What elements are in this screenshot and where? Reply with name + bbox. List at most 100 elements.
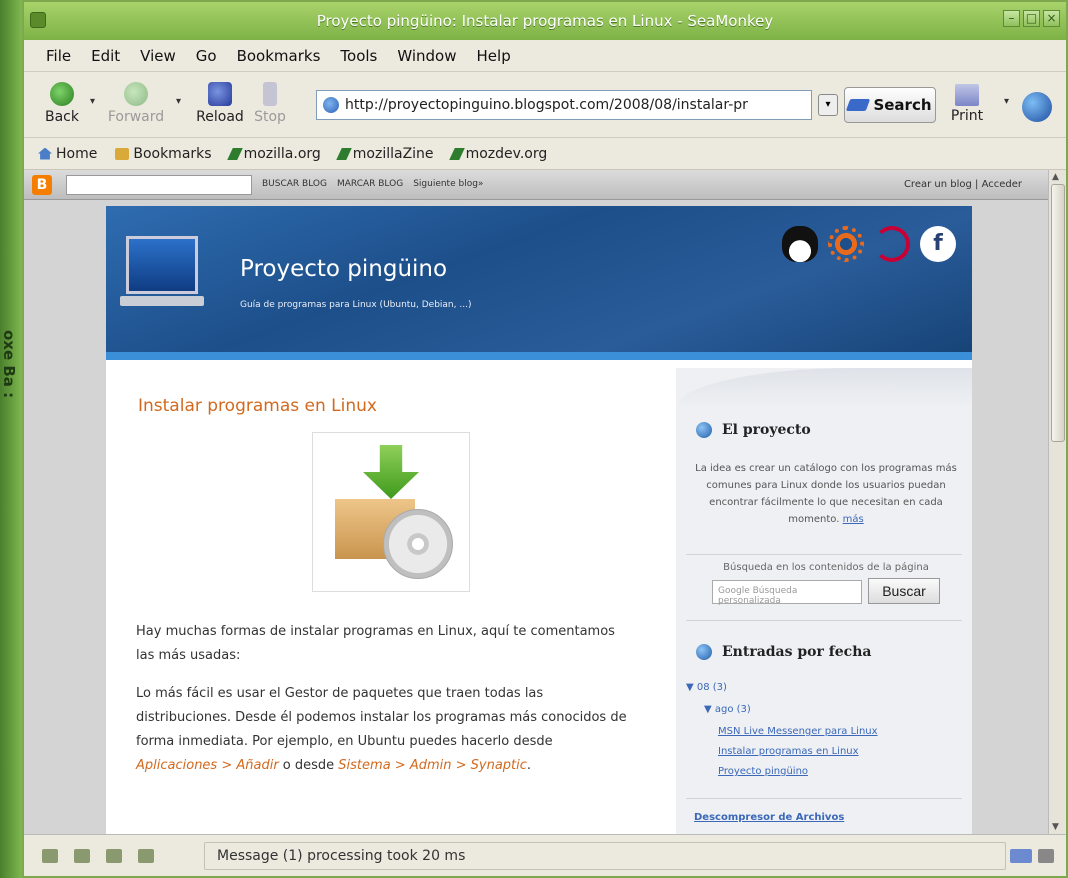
forward-button[interactable]: Forward: [106, 78, 166, 134]
back-dropdown-icon[interactable]: ▾: [90, 96, 95, 107]
menu-view[interactable]: View: [130, 47, 186, 65]
minimize-button[interactable]: –: [1003, 10, 1020, 27]
blogger-navbar: B BUSCAR BLOG MARCAR BLOG Siguiente blog…: [24, 170, 1050, 200]
forward-arrow-icon: [124, 82, 148, 106]
url-text[interactable]: http://proyectopinguino.blogspot.com/200…: [345, 97, 748, 113]
maximize-button[interactable]: □: [1023, 10, 1040, 27]
reload-icon: [208, 82, 232, 106]
marcar-blog-link[interactable]: MARCAR BLOG: [337, 179, 403, 189]
proyecto-description: La idea es crear un catálogo con los pro…: [686, 460, 966, 528]
close-button[interactable]: ×: [1043, 10, 1060, 27]
menu-path-synaptic: Sistema > Admin > Synaptic: [338, 758, 527, 773]
archive-year[interactable]: ▼ 08 (3): [686, 682, 727, 693]
forward-dropdown-icon[interactable]: ▾: [176, 96, 181, 107]
desktop-icon-label: oxe Ba :: [0, 330, 18, 399]
archive-month[interactable]: ▼ ago (3): [704, 704, 751, 715]
post-text: .: [526, 758, 532, 773]
bookmark-mozdev-org[interactable]: mozdev.org: [448, 145, 548, 162]
blogger-account-links[interactable]: Crear un blog | Acceder: [904, 179, 1022, 190]
menu-bookmarks[interactable]: Bookmarks: [227, 47, 331, 65]
reload-label: Reload: [196, 109, 244, 125]
bookmark-mozillazine[interactable]: mozillaZine: [335, 146, 434, 162]
ubuntu-icon: [828, 226, 864, 262]
siguiente-blog-link[interactable]: Siguiente blog»: [413, 179, 483, 189]
security-icon: [1038, 849, 1054, 863]
laptop-icon: [120, 236, 204, 324]
sidebar-heading-proyecto: El proyecto: [696, 422, 811, 438]
address-book-icon[interactable]: [138, 848, 154, 863]
print-dropdown-icon[interactable]: ▾: [1004, 96, 1009, 107]
archive-entry[interactable]: MSN Live Messenger para Linux: [718, 726, 878, 737]
archive-entry[interactable]: Instalar programas en Linux: [718, 746, 859, 757]
scroll-down-icon[interactable]: ▼: [1052, 822, 1059, 832]
post-area: Instalar programas en Linux Hay muchas f…: [106, 368, 676, 834]
desktop-background: oxe Ba :: [0, 0, 22, 878]
window-controls: – □ ×: [1003, 10, 1060, 27]
mail-icon[interactable]: [74, 848, 90, 863]
blog-description: Guía de programas para Linux (Ubuntu, De…: [240, 300, 472, 310]
cd-icon: [383, 509, 453, 579]
sidebar-heading-label: El proyecto: [722, 422, 811, 438]
post-title[interactable]: Instalar programas en Linux: [138, 396, 377, 416]
post-text: o desde: [278, 758, 339, 773]
buscar-blog-link[interactable]: BUSCAR BLOG: [262, 179, 327, 189]
blogger-search-input[interactable]: [66, 175, 252, 195]
vertical-scrollbar[interactable]: ▲ ▼: [1048, 170, 1066, 834]
reload-button[interactable]: Reload: [190, 78, 250, 134]
component-bar: [24, 848, 204, 863]
sidebar-divider: [686, 798, 962, 799]
sidebar: El proyecto La idea es crear un catálogo…: [676, 368, 972, 834]
search-icon: [846, 99, 871, 111]
descompresor-link[interactable]: Descompresor de Archivos: [694, 812, 844, 823]
post-paragraph: Hay muchas formas de instalar programas …: [136, 624, 615, 663]
search-button[interactable]: Search: [844, 87, 936, 123]
composer-icon[interactable]: [106, 848, 122, 863]
blog-title[interactable]: Proyecto pingüino: [240, 256, 447, 282]
menu-help[interactable]: Help: [467, 47, 521, 65]
navigation-toolbar: Back ▾ Forward ▾ Reload Stop http://proy…: [24, 72, 1066, 138]
title-bar[interactable]: Proyecto pingüino: Instalar programas en…: [24, 2, 1066, 40]
menu-tools[interactable]: Tools: [330, 47, 387, 65]
bookmark-mozilla-org[interactable]: mozilla.org: [226, 146, 321, 162]
mozilla-icon: [448, 147, 465, 160]
proyecto-more-link[interactable]: más: [843, 514, 864, 525]
buscar-button[interactable]: Buscar: [868, 578, 940, 604]
stop-button[interactable]: Stop: [248, 78, 292, 134]
sidebar-heading-label: Entradas por fecha: [722, 644, 872, 660]
download-arrow-icon: [363, 445, 419, 499]
archive-entry[interactable]: Proyecto pingüino: [718, 766, 808, 777]
bookmark-bookmarks[interactable]: Bookmarks: [115, 146, 212, 162]
menu-path-aplicaciones: Aplicaciones > Añadir: [136, 758, 279, 773]
scroll-up-icon[interactable]: ▲: [1052, 172, 1059, 182]
menu-bar: File Edit View Go Bookmarks Tools Window…: [24, 40, 1066, 72]
status-bar: Message (1) processing took 20 ms: [24, 834, 1066, 876]
menu-go[interactable]: Go: [186, 47, 227, 65]
print-label: Print: [950, 108, 984, 124]
bullet-icon: [696, 644, 712, 660]
fedora-icon: f: [920, 226, 956, 262]
throbber-icon[interactable]: [1022, 92, 1052, 122]
bookmark-mozdev-org-label: mozdev.org: [465, 145, 548, 162]
back-arrow-icon: [50, 82, 74, 106]
menu-edit[interactable]: Edit: [81, 47, 130, 65]
blogger-logo-icon[interactable]: B: [32, 175, 52, 195]
mozilla-icon: [335, 147, 352, 160]
stop-icon: [263, 82, 277, 106]
install-package-image: [312, 432, 470, 592]
page-viewport[interactable]: B BUSCAR BLOG MARCAR BLOG Siguiente blog…: [24, 170, 1050, 834]
print-button[interactable]: Print: [942, 80, 992, 124]
stop-label: Stop: [254, 109, 286, 125]
menu-window[interactable]: Window: [387, 47, 466, 65]
scrollbar-thumb[interactable]: [1051, 184, 1065, 442]
status-indicators: [1010, 849, 1054, 863]
bookmark-home[interactable]: Home: [38, 146, 97, 162]
google-search-input[interactable]: Google Búsqueda personalizada: [712, 580, 862, 606]
browser-icon[interactable]: [42, 848, 58, 863]
sidebar-divider: [686, 620, 962, 621]
back-button[interactable]: Back: [32, 78, 92, 134]
bookmarks-toolbar: Home Bookmarks mozilla.org mozillaZine m…: [24, 138, 1066, 170]
menu-file[interactable]: File: [36, 47, 81, 65]
url-bar[interactable]: http://proyectopinguino.blogspot.com/200…: [316, 90, 812, 120]
online-status-icon[interactable]: [1010, 849, 1032, 863]
url-history-dropdown[interactable]: ▾: [818, 94, 838, 116]
